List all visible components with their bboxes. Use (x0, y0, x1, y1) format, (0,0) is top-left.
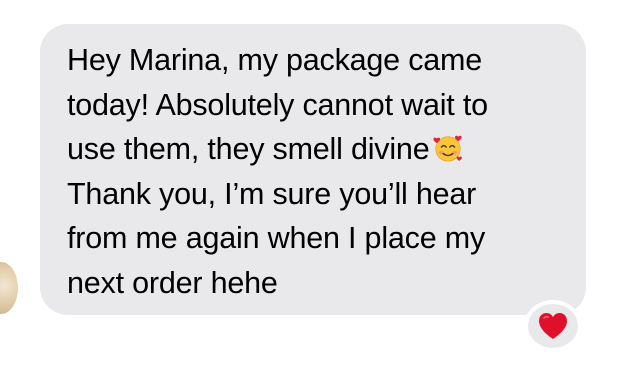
message-text: Hey Marina, my package came today! Absol… (67, 38, 560, 305)
message-bubble[interactable]: Hey Marina, my package came today! Absol… (40, 24, 586, 315)
message-line: Hey Marina, my package came (67, 43, 482, 77)
conversation-view: Hey Marina, my package came today! Absol… (0, 0, 642, 377)
reaction-badge[interactable] (524, 300, 582, 352)
smiling-face-with-hearts-icon (433, 131, 463, 162)
message-line: next order hehe (67, 265, 278, 300)
red-heart-icon (537, 311, 569, 341)
message-line: Thank you, I’m sure you’ll hear (67, 176, 477, 211)
avatar[interactable] (0, 262, 18, 314)
message-line-with-emoji: use them, they smell divine (67, 127, 560, 172)
message-line: use them, they smell divine (67, 132, 430, 166)
message-line: from me again when I place my (67, 221, 485, 255)
message-line: today! Absolutely cannot wait to (67, 87, 488, 122)
